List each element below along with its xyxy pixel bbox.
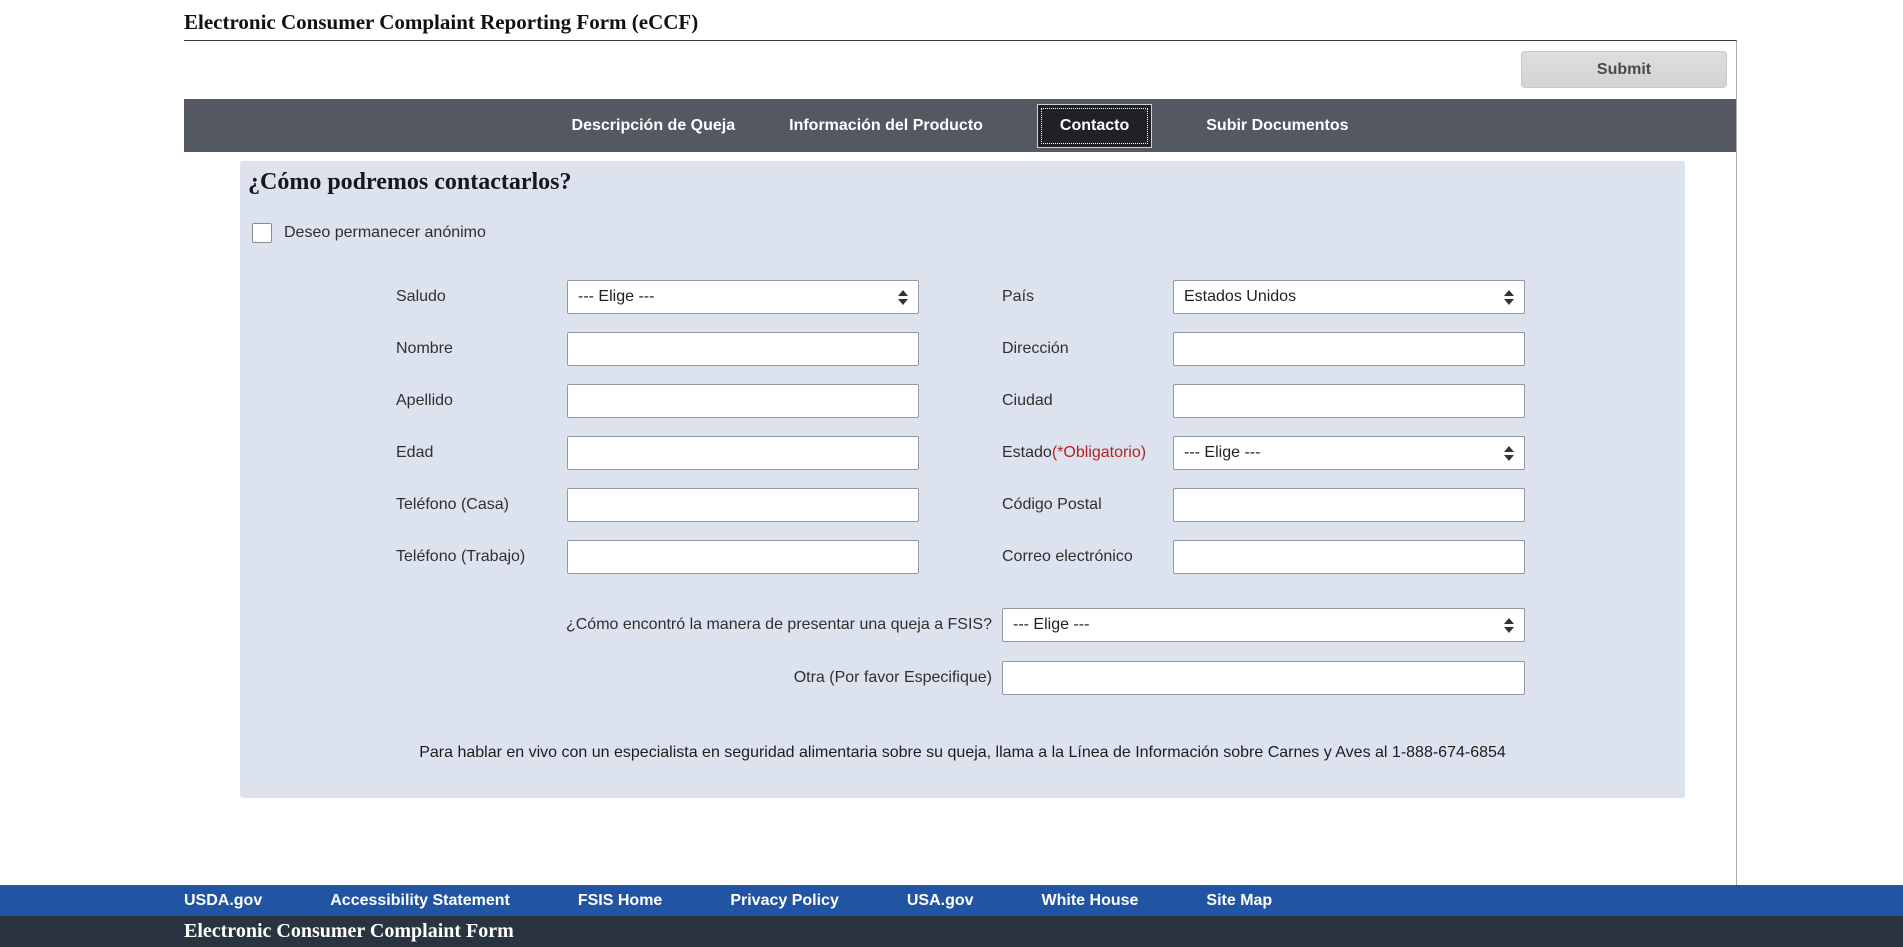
pais-select[interactable]: Estados Unidos	[1173, 280, 1525, 314]
form-row: Apellido Ciudad	[240, 384, 1685, 418]
edad-input[interactable]	[567, 436, 919, 470]
estado-required-note: (*Obligatorio)	[1052, 444, 1146, 461]
select-value: --- Elige ---	[1184, 444, 1504, 462]
fsis-source-label: ¿Cómo encontró la manera de presentar un…	[240, 616, 1002, 634]
pais-label: País	[1002, 288, 1173, 306]
form-row: Saludo --- Elige --- País Estados Unidos	[240, 280, 1685, 314]
form-row: Nombre Dirección	[240, 332, 1685, 366]
select-arrows-icon	[898, 290, 908, 305]
footer-bottom-bar: Electronic Consumer Complaint Form	[0, 916, 1903, 947]
footer-link-usda-gov[interactable]: USDA.gov	[184, 892, 262, 910]
otra-row: Otra (Por favor Especifique)	[240, 661, 1685, 695]
apellido-input[interactable]	[567, 384, 919, 418]
telefono-trabajo-input[interactable]	[567, 540, 919, 574]
estado-select[interactable]: --- Elige ---	[1173, 436, 1525, 470]
estado-label: Estado(*Obligatorio)	[1002, 444, 1173, 462]
saludo-select[interactable]: --- Elige ---	[567, 280, 919, 314]
select-value: Estados Unidos	[1184, 288, 1504, 306]
main-column: Electronic Consumer Complaint Reporting …	[184, 0, 1737, 885]
select-value: --- Elige ---	[578, 288, 898, 306]
footer-link-privacy-policy[interactable]: Privacy Policy	[730, 892, 839, 910]
form-heading: ¿Cómo podremos contactarlos?	[248, 169, 1685, 196]
contact-form-panel: ¿Cómo podremos contactarlos? Deseo perma…	[240, 161, 1685, 798]
ciudad-input[interactable]	[1173, 384, 1525, 418]
submit-button[interactable]: Submit	[1521, 51, 1727, 88]
footer-link-site-map[interactable]: Site Map	[1206, 892, 1272, 910]
submit-row: Submit	[184, 41, 1736, 99]
tab-subir-documentos[interactable]: Subir Documentos	[1206, 105, 1348, 147]
direccion-input[interactable]	[1173, 332, 1525, 366]
ciudad-label: Ciudad	[1002, 392, 1173, 410]
content-area: Submit Descripción de Queja Información …	[184, 40, 1737, 885]
anonymous-checkbox[interactable]	[252, 223, 272, 243]
form-step-tabs: Descripción de Queja Información del Pro…	[184, 99, 1736, 152]
select-arrows-icon	[1504, 618, 1514, 633]
footer-link-usa-gov[interactable]: USA.gov	[907, 892, 974, 910]
otra-input[interactable]	[1002, 661, 1525, 695]
page-title: Electronic Consumer Complaint Reporting …	[184, 10, 1737, 35]
correo-electronico-input[interactable]	[1173, 540, 1525, 574]
select-value: --- Elige ---	[1013, 616, 1504, 634]
form-row: Teléfono (Trabajo) Correo electrónico	[240, 540, 1685, 574]
tab-descripcion-de-queja[interactable]: Descripción de Queja	[572, 105, 736, 147]
form-rows: Saludo --- Elige --- País Estados Unidos…	[240, 280, 1685, 574]
tab-informacion-del-producto[interactable]: Información del Producto	[789, 105, 983, 147]
codigo-postal-label: Código Postal	[1002, 496, 1173, 514]
footer-link-accessibility-statement[interactable]: Accessibility Statement	[330, 892, 510, 910]
hotline-note: Para hablar en vivo con un especialista …	[240, 744, 1685, 762]
select-arrows-icon	[1504, 446, 1514, 461]
fsis-source-row: ¿Cómo encontró la manera de presentar un…	[240, 608, 1685, 642]
anonymous-label: Deseo permanecer anónimo	[284, 224, 486, 242]
estado-label-text: Estado	[1002, 444, 1052, 461]
footer-link-white-house[interactable]: White House	[1042, 892, 1139, 910]
form-row: Teléfono (Casa) Código Postal	[240, 488, 1685, 522]
codigo-postal-input[interactable]	[1173, 488, 1525, 522]
apellido-label: Apellido	[396, 392, 567, 410]
nombre-label: Nombre	[396, 340, 567, 358]
footer-link-fsis-home[interactable]: FSIS Home	[578, 892, 662, 910]
anonymous-row: Deseo permanecer anónimo	[252, 223, 1685, 243]
tab-contacto[interactable]: Contacto	[1037, 104, 1152, 148]
direccion-label: Dirección	[1002, 340, 1173, 358]
edad-label: Edad	[396, 444, 567, 462]
telefono-casa-label: Teléfono (Casa)	[396, 496, 567, 514]
fsis-source-select[interactable]: --- Elige ---	[1002, 608, 1525, 642]
nombre-input[interactable]	[567, 332, 919, 366]
title-bar: Electronic Consumer Complaint Reporting …	[184, 0, 1737, 40]
footer-bottom-title: Electronic Consumer Complaint Form	[184, 920, 514, 943]
correo-electronico-label: Correo electrónico	[1002, 548, 1173, 566]
saludo-label: Saludo	[396, 288, 567, 306]
telefono-casa-input[interactable]	[567, 488, 919, 522]
footer-link-bar: USDA.gov Accessibility Statement FSIS Ho…	[0, 885, 1903, 916]
form-row: Edad Estado(*Obligatorio) --- Elige ---	[240, 436, 1685, 470]
otra-label: Otra (Por favor Especifique)	[240, 669, 1002, 687]
select-arrows-icon	[1504, 290, 1514, 305]
telefono-trabajo-label: Teléfono (Trabajo)	[396, 548, 567, 566]
